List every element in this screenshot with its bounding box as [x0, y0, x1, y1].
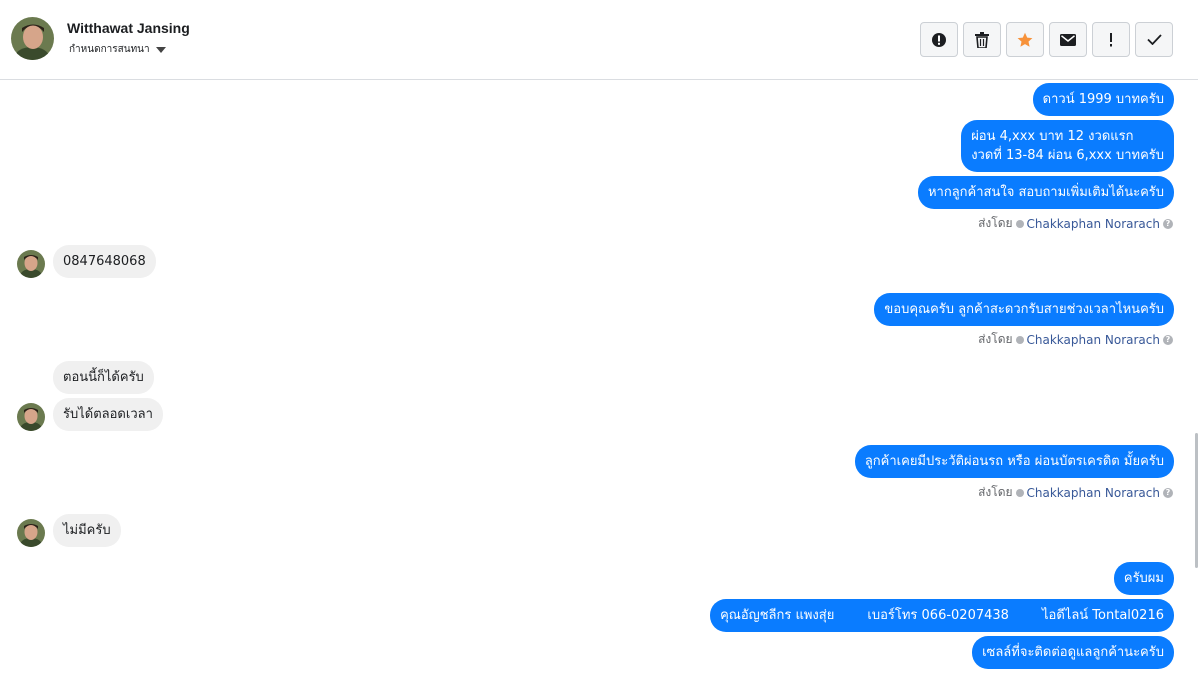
- conversation-toolbar: [920, 22, 1173, 57]
- verified-icon: [1015, 335, 1024, 344]
- verified-icon: [1015, 488, 1024, 497]
- help-icon[interactable]: ?: [1163, 334, 1173, 345]
- incoming-message: ไม่มีครับ: [53, 514, 121, 547]
- sent-by-info: ส่งโดย Chakkaphan Norarach ?: [978, 483, 1173, 502]
- outgoing-message: ผ่อน 4,xxx บาท 12 งวดแรก งวดที่ 13-84 ผ่…: [961, 120, 1174, 172]
- conversation-header: Witthawat Jansing กำหนดการสนทนา: [0, 0, 1198, 80]
- sender-avatar[interactable]: [17, 403, 45, 431]
- message-line: งวดที่ 13-84 ผ่อน 6,xxx บาทครับ: [971, 148, 1164, 163]
- spam-icon: [932, 32, 946, 47]
- incoming-message: 0847648068: [53, 245, 156, 278]
- chevron-down-icon: [155, 46, 166, 53]
- verified-icon: [1015, 219, 1024, 228]
- sent-by-label: ส่งโดย: [978, 216, 1013, 230]
- sent-by-label: ส่งโดย: [978, 332, 1013, 346]
- help-icon[interactable]: ?: [1163, 218, 1173, 229]
- contact-name[interactable]: Witthawat Jansing: [67, 20, 190, 36]
- outgoing-message: เซลล์ที่จะติดต่อดูแลลูกค้านะครับ: [972, 636, 1174, 669]
- sent-by-label: ส่งโดย: [978, 485, 1013, 499]
- trash-icon: [975, 31, 989, 48]
- outgoing-message: ขอบคุณครับ ลูกค้าสะดวกรับสายช่วงเวลาไหนค…: [874, 293, 1174, 326]
- outgoing-message: ดาวน์ 1999 บาทครับ: [1032, 83, 1174, 116]
- delete-button[interactable]: [963, 22, 1001, 57]
- sent-by-info: ส่งโดย Chakkaphan Norarach ?: [978, 330, 1173, 349]
- message-line: ผ่อน 4,xxx บาท 12 งวดแรก: [971, 129, 1134, 144]
- sent-by-info: ส่งโดย Chakkaphan Norarach ?: [978, 214, 1173, 233]
- contact-avatar[interactable]: [11, 17, 54, 60]
- assign-conversation-dropdown[interactable]: กำหนดการสนทนา: [69, 42, 166, 57]
- important-icon: [1110, 32, 1112, 46]
- outgoing-message: ลูกค้าเคยมีประวัติผ่อนรถ หรือ ผ่อนบัตรเค…: [854, 445, 1174, 478]
- star-icon: [1017, 32, 1033, 47]
- mark-unread-button[interactable]: [1049, 22, 1087, 57]
- outgoing-message: คุณอัญชลีกร แพงสุ่ย เบอร์โทร 066-0207438…: [710, 599, 1174, 632]
- message-list[interactable]: ดาวน์ 1999 บาทครับ ผ่อน 4,xxx บาท 12 งวด…: [0, 80, 1198, 673]
- sender-avatar[interactable]: [17, 250, 45, 278]
- incoming-message: ตอนนี้ก็ได้ครับ: [53, 361, 154, 394]
- star-button[interactable]: [1006, 22, 1044, 57]
- check-icon: [1146, 34, 1162, 45]
- assign-label: กำหนดการสนทนา: [69, 44, 150, 55]
- mark-important-button[interactable]: [1092, 22, 1130, 57]
- agent-name-link[interactable]: Chakkaphan Norarach: [1027, 333, 1160, 347]
- help-icon[interactable]: ?: [1163, 487, 1173, 498]
- mail-icon: [1060, 33, 1076, 46]
- outgoing-message: หากลูกค้าสนใจ สอบถามเพิ่มเติมได้นะครับ: [917, 176, 1174, 209]
- mark-done-button[interactable]: [1135, 22, 1173, 57]
- agent-name-link[interactable]: Chakkaphan Norarach: [1027, 217, 1160, 231]
- outgoing-message: ครับผม: [1113, 562, 1174, 595]
- mark-spam-button[interactable]: [920, 22, 958, 57]
- sender-avatar[interactable]: [17, 519, 45, 547]
- agent-name-link[interactable]: Chakkaphan Norarach: [1027, 486, 1160, 500]
- incoming-message: รับได้ตลอดเวลา: [53, 398, 163, 431]
